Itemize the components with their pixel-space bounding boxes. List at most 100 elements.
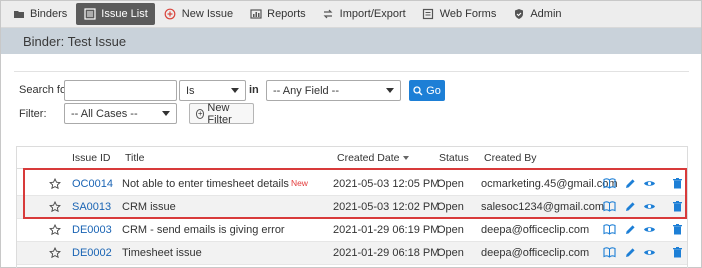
eye-icon[interactable] <box>643 246 656 259</box>
nav-label: Web Forms <box>439 8 497 20</box>
trash-icon[interactable] <box>671 223 684 236</box>
form-icon <box>422 8 435 21</box>
pencil-icon[interactable] <box>624 177 637 190</box>
created-date: 2021-01-29 06:18 PM <box>333 247 440 259</box>
issue-title[interactable]: Timesheet issue <box>122 247 204 259</box>
filter-value: -- All Cases -- <box>71 107 138 120</box>
book-icon[interactable] <box>603 177 616 190</box>
nav-reports[interactable]: Reports <box>242 3 313 25</box>
operator-select[interactable]: Is <box>179 80 246 101</box>
trash-icon[interactable] <box>671 200 684 213</box>
created-date: 2021-01-29 06:19 PM <box>333 224 440 236</box>
created-by: ocmarketing.45@gmail.com <box>481 178 618 190</box>
binder-banner: Binder: Test Issue <box>1 28 701 54</box>
plus-circle-icon <box>164 8 177 21</box>
filter-label: Filter: <box>19 108 47 120</box>
star-icon[interactable] <box>49 224 61 236</box>
nav-binders[interactable]: Binders <box>5 3 74 25</box>
top-nav: Binders Issue List New Issue Reports Imp… <box>1 1 701 28</box>
in-label: in <box>249 84 259 96</box>
search-input[interactable] <box>64 80 177 101</box>
col-created-date-label: Created Date <box>337 152 400 164</box>
status: Open <box>437 178 464 190</box>
created-date: 2021-05-03 12:05 PM <box>333 178 440 190</box>
status: Open <box>437 247 464 259</box>
status: Open <box>437 224 464 236</box>
issue-title-text: Timesheet issue <box>122 247 202 259</box>
page-title: Binder: Test Issue <box>23 33 127 49</box>
book-icon[interactable] <box>603 223 616 236</box>
issue-title-text: CRM - send emails is giving error <box>122 224 285 236</box>
pencil-icon[interactable] <box>624 246 637 259</box>
shield-check-icon <box>512 8 525 21</box>
eye-icon[interactable] <box>643 200 656 213</box>
issue-title[interactable]: CRM - send emails is giving error <box>122 224 287 236</box>
list-icon <box>83 8 96 21</box>
table-row[interactable]: DE0002 Timesheet issue 2021-01-29 06:18 … <box>17 242 687 265</box>
nav-web-forms[interactable]: Web Forms <box>415 3 504 25</box>
table-header: Issue ID Title Created Date Status Creat… <box>17 147 687 169</box>
issue-title[interactable]: Not able to enter timesheet details New <box>122 178 308 190</box>
issue-id-link[interactable]: DE0002 <box>72 247 112 259</box>
star-icon[interactable] <box>49 201 61 213</box>
issue-id-link[interactable]: OC0014 <box>72 178 113 190</box>
operator-value: Is <box>186 84 195 97</box>
table-row[interactable]: OC0014 Not able to enter timesheet detai… <box>17 173 687 196</box>
issue-title[interactable]: CRM issue <box>122 201 178 213</box>
star-icon[interactable] <box>49 178 61 190</box>
pencil-icon[interactable] <box>624 200 637 213</box>
star-icon[interactable] <box>49 247 61 259</box>
chevron-down-icon <box>162 111 170 116</box>
nav-label: Import/Export <box>339 8 406 20</box>
chevron-down-icon <box>386 88 394 93</box>
plus-circle-icon: + <box>196 108 205 119</box>
col-title[interactable]: Title <box>125 152 144 164</box>
field-value: -- Any Field -- <box>273 84 340 97</box>
new-filter-label: New Filter <box>207 101 232 126</box>
go-button[interactable]: Go <box>409 80 445 101</box>
new-badge: New <box>290 178 308 188</box>
chevron-down-icon <box>231 88 239 93</box>
eye-icon[interactable] <box>643 177 656 190</box>
nav-issue-list[interactable]: Issue List <box>76 3 155 25</box>
col-issue-id[interactable]: Issue ID <box>72 152 111 164</box>
status: Open <box>437 201 464 213</box>
issues-table: Issue ID Title Created Date Status Creat… <box>16 146 688 268</box>
sort-desc-icon <box>403 156 410 161</box>
book-icon[interactable] <box>603 200 616 213</box>
new-filter-button[interactable]: + New Filter <box>189 101 254 126</box>
search-panel: Search for: Is in -- Any Field -- Go Fil… <box>14 71 689 126</box>
swap-icon <box>322 8 335 21</box>
go-label: Go <box>426 84 441 97</box>
nav-label: New Issue <box>181 8 234 20</box>
trash-icon[interactable] <box>671 177 684 190</box>
report-icon <box>249 8 262 21</box>
field-select[interactable]: -- Any Field -- <box>266 80 401 101</box>
col-status[interactable]: Status <box>439 152 469 164</box>
nav-new-issue[interactable]: New Issue <box>157 3 240 25</box>
created-by: deepa@officeclip.com <box>481 247 590 259</box>
nav-label: Binders <box>30 8 68 20</box>
nav-label: Admin <box>530 8 562 20</box>
issue-title-text: Not able to enter timesheet details <box>122 178 289 190</box>
nav-import-export[interactable]: Import/Export <box>315 3 413 25</box>
issue-title-text: CRM issue <box>122 201 176 213</box>
issue-id-link[interactable]: DE0003 <box>72 224 112 236</box>
trash-icon[interactable] <box>671 246 684 259</box>
col-created-date[interactable]: Created Date <box>337 152 410 164</box>
nav-admin[interactable]: Admin <box>505 3 568 25</box>
eye-icon[interactable] <box>643 223 656 236</box>
pencil-icon[interactable] <box>624 223 637 236</box>
filter-select[interactable]: -- All Cases -- <box>64 103 177 124</box>
search-icon <box>413 85 423 95</box>
created-by: deepa@officeclip.com <box>481 224 590 236</box>
table-row[interactable]: DE0003 CRM - send emails is giving error… <box>17 219 687 242</box>
issue-id-link[interactable]: SA0013 <box>72 201 111 213</box>
folder-icon <box>12 8 25 21</box>
nav-label: Reports <box>267 8 306 20</box>
created-by: salesoc1234@gmail.com <box>481 201 605 213</box>
book-icon[interactable] <box>603 246 616 259</box>
col-created-by[interactable]: Created By <box>484 152 537 164</box>
table-row[interactable]: SA0013 CRM issue 2021-05-03 12:02 PM Ope… <box>17 196 687 219</box>
created-date: 2021-05-03 12:02 PM <box>333 201 440 213</box>
